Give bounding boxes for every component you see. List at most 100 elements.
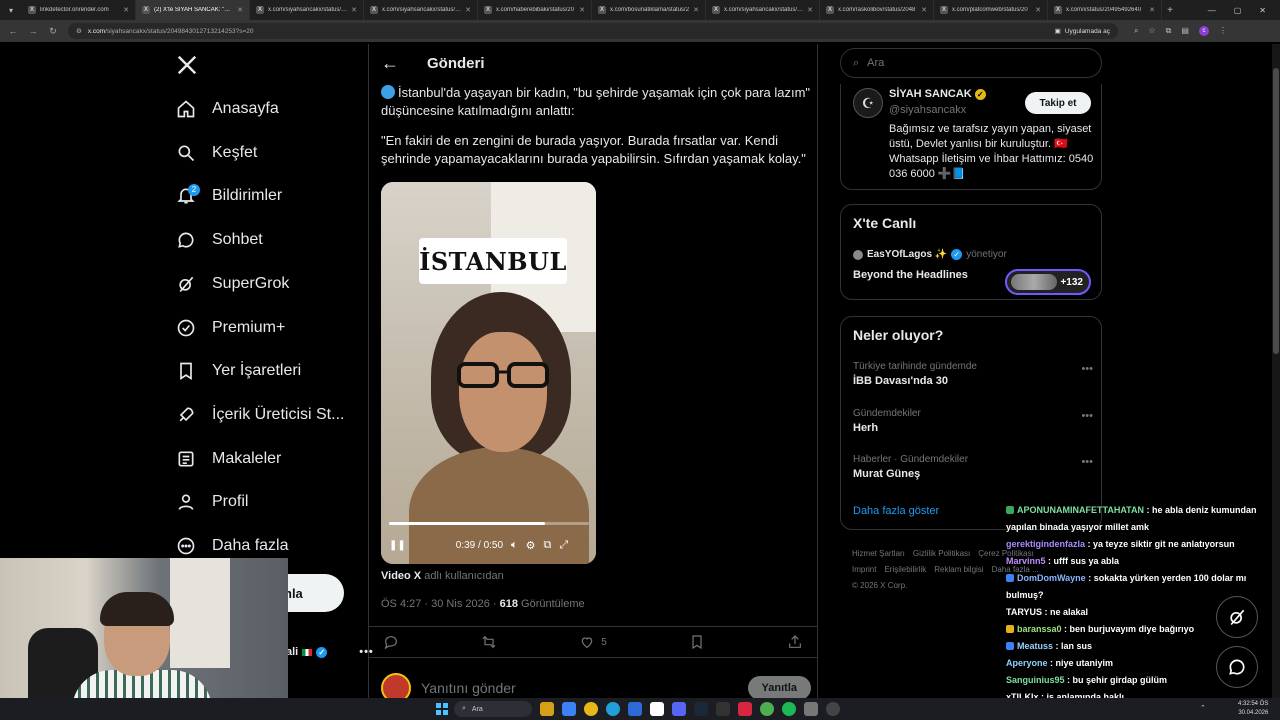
reply-submit-button[interactable]: Yanıtla — [747, 676, 811, 700]
author-avatar[interactable]: ☪ — [853, 88, 883, 118]
fullscreen-icon[interactable]: ⤢ — [559, 539, 568, 552]
trend-item[interactable]: Türkiye tarihinde gündemde İBB Davası'nda… — [853, 361, 1093, 387]
star-icon[interactable]: ☆ — [1148, 26, 1155, 36]
store-app-icon[interactable] — [628, 702, 642, 716]
maximize-icon[interactable]: ▢ — [1234, 6, 1242, 15]
chat-username[interactable]: DomDomWayne — [1017, 573, 1086, 583]
back-arrow-icon[interactable]: ← — [381, 53, 399, 74]
pause-icon[interactable]: ❚❚ — [389, 540, 406, 551]
system-tray-icon[interactable]: ⌃ — [1200, 704, 1206, 712]
nav-item-premium[interactable]: Premium+ — [176, 314, 285, 342]
browser-tab[interactable]: Xx.com/siyahsancakx/status/20 ✕ — [250, 0, 364, 20]
files-app-icon[interactable] — [562, 702, 576, 716]
trend-item[interactable]: Haberler · Gündemdekiler Murat Güneş ••• — [853, 454, 1093, 480]
footer-link[interactable]: Hizmet Şartları — [852, 549, 905, 558]
chat-username[interactable]: APONUNAMINAFETTAHATAN — [1017, 505, 1144, 515]
reply-button[interactable] — [383, 634, 399, 650]
nav-item-bookmark[interactable]: Yer İşaretleri — [176, 357, 301, 385]
scrollbar-thumb[interactable] — [1273, 68, 1279, 354]
pip-icon[interactable]: ⧉ — [544, 539, 552, 552]
nav-item-rocket[interactable]: İçerik Üreticisi St... — [176, 401, 344, 429]
close-tab-icon[interactable]: ✕ — [1035, 6, 1041, 14]
settings-icon[interactable]: ⚙ — [526, 539, 536, 552]
new-tab-button[interactable]: + — [1162, 5, 1178, 16]
footer-link[interactable]: Imprint — [852, 565, 876, 574]
footer-link[interactable]: Gizlilik Politikası — [913, 549, 970, 558]
browser-app-icon[interactable] — [584, 702, 598, 716]
browser-tab[interactable]: Xx.com/i/status/20495492640 ✕ — [1048, 0, 1162, 20]
forward-icon[interactable]: → — [28, 26, 38, 36]
live-card[interactable]: X'te Canlı EasYOfLagos ✨ ✓ yönetiyor Bey… — [840, 204, 1102, 300]
footer-link[interactable]: Reklam bilgisi — [934, 565, 983, 574]
windows-start-icon[interactable] — [436, 703, 448, 715]
back-icon[interactable]: ← — [8, 26, 18, 36]
close-window-icon[interactable]: ✕ — [1259, 6, 1266, 15]
chat-username[interactable]: Meatuss — [1017, 641, 1053, 651]
zoom-icon[interactable]: ⌕ — [1134, 26, 1138, 36]
menu-icon[interactable]: ⋮ — [1219, 26, 1227, 36]
video-progress-bar[interactable] — [389, 522, 589, 525]
close-tab-icon[interactable]: ✕ — [237, 6, 243, 14]
nav-item-bell[interactable]: 2 Bildirimler — [176, 182, 282, 210]
minimize-icon[interactable]: — — [1208, 6, 1216, 15]
close-tab-icon[interactable]: ✕ — [807, 6, 813, 14]
close-tab-icon[interactable]: ✕ — [1149, 6, 1155, 14]
browser-tab[interactable]: Xlinkdetector.onrender.com ✕ — [22, 0, 136, 20]
show-more-link[interactable]: Daha fazla göster — [853, 505, 939, 517]
browser-tab[interactable]: Xx.com/bosunatiklama/status/2 ✕ — [592, 0, 706, 20]
chrome-app-icon[interactable] — [760, 702, 774, 716]
discord-app-icon[interactable] — [672, 702, 686, 716]
volume-icon[interactable]: 🔈︎ — [511, 539, 518, 552]
messages-fab-button[interactable] — [1216, 646, 1258, 688]
terminal-app-icon[interactable] — [716, 702, 730, 716]
close-tab-icon[interactable]: ✕ — [123, 6, 129, 14]
taskbar-clock[interactable]: 4:32:54 ÖS 30.04.2026 — [1238, 700, 1268, 718]
site-info-icon[interactable]: ⚙ — [76, 27, 82, 35]
chat-username[interactable]: baranssa0 — [1017, 624, 1062, 634]
extensions-icon[interactable]: ⧉ — [1166, 26, 1172, 36]
author-handle[interactable]: @siyahsancakx — [889, 104, 966, 116]
browser-tab[interactable]: Xx.com/siyahsancakx/status/20 ✕ — [706, 0, 820, 20]
media-app-icon[interactable] — [738, 702, 752, 716]
x-logo-icon[interactable] — [176, 54, 198, 76]
taskbar-search[interactable]: ⌕ Ara — [454, 701, 532, 717]
profile-avatar[interactable]: c — [1198, 26, 1209, 36]
footer-link[interactable]: Erişilebilirlik — [884, 565, 926, 574]
video-source-link[interactable]: Video X — [381, 570, 421, 582]
browser-tab[interactable]: Xx.com/siyahsancakx/status/20 ✕ — [364, 0, 478, 20]
obs-app-icon[interactable] — [826, 702, 840, 716]
close-tab-icon[interactable]: ✕ — [465, 6, 471, 14]
trend-more-icon[interactable]: ••• — [1081, 456, 1093, 468]
repost-button[interactable] — [481, 634, 497, 650]
trend-more-icon[interactable]: ••• — [1081, 410, 1093, 422]
tab-search-icon[interactable]: ▾ — [0, 0, 22, 20]
follow-button[interactable]: Takip et — [1025, 92, 1091, 114]
chat-username[interactable]: Sanguinius95 — [1006, 675, 1065, 685]
page-scrollbar[interactable] — [1272, 44, 1280, 704]
spotify-app-icon[interactable] — [782, 702, 796, 716]
close-tab-icon[interactable]: ✕ — [921, 6, 927, 14]
footer-link[interactable]: © 2026 X Corp. — [852, 581, 907, 590]
nav-item-person[interactable]: Profil — [176, 488, 248, 516]
close-tab-icon[interactable]: ✕ — [351, 6, 357, 14]
listeners-pill[interactable]: +132 — [1005, 269, 1091, 295]
nav-item-grok[interactable]: SuperGrok — [176, 270, 289, 298]
search-input[interactable]: ⌕ Ara — [840, 48, 1102, 78]
grok-fab-button[interactable] — [1216, 596, 1258, 638]
chat-username[interactable]: Marvinn5 — [1006, 556, 1046, 566]
browser-tab[interactable]: Xx.com/raskolibov/status/2048 ✕ — [820, 0, 934, 20]
open-in-app-button[interactable]: ▣ Uygulamada aç — [1055, 27, 1110, 36]
chat-username[interactable]: gerektigindenfazla — [1006, 539, 1085, 549]
account-switcher[interactable]: ali ✓ ••• — [286, 646, 374, 658]
reply-input[interactable]: Yanıtını gönder — [421, 680, 516, 696]
nav-item-search[interactable]: Keşfet — [176, 139, 257, 167]
post-button[interactable]: nla — [282, 574, 344, 612]
browser-tab[interactable]: Xx.com/haberebibaki/status/20 ✕ — [478, 0, 592, 20]
nav-item-more[interactable]: Daha fazla — [176, 532, 289, 560]
bookmark-button[interactable] — [689, 634, 705, 650]
close-tab-icon[interactable]: ✕ — [693, 6, 699, 14]
browser-tab[interactable]: X (2) X'te SİYAH SANCAK: "… ✕ — [136, 0, 250, 20]
post-timestamp[interactable]: ÖS 4:27 · 30 Nis 2026 · — [381, 598, 500, 610]
sidebar-icon[interactable]: ▤ — [1181, 26, 1189, 36]
trend-more-icon[interactable]: ••• — [1081, 363, 1093, 375]
